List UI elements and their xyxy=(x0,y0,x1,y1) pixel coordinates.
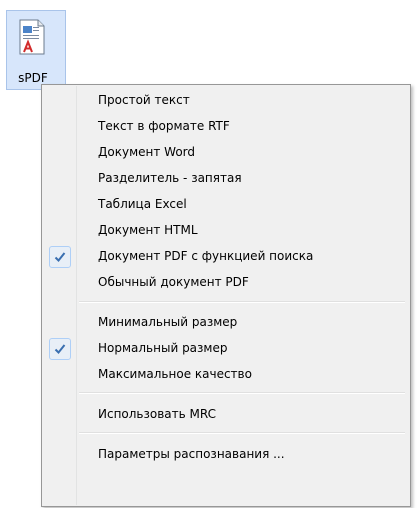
menu-item-label: Нормальный размер xyxy=(98,341,228,355)
menu-item[interactable]: Документ PDF с функцией поиска xyxy=(44,245,406,271)
menu-item-label: Документ PDF с функцией поиска xyxy=(98,249,314,263)
context-menu: Простой текст Текст в формате RTF Документ… xyxy=(41,84,411,507)
menu-separator xyxy=(79,432,405,434)
menu-item[interactable]: Параметры распознавания ... xyxy=(44,443,406,469)
checkmark-icon xyxy=(49,246,71,268)
menu-item[interactable]: Нормальный размер xyxy=(44,337,406,363)
menu-item-label: Обычный документ PDF xyxy=(98,275,249,289)
menu-item[interactable]: Максимальное качество xyxy=(44,363,406,389)
menu-item[interactable]: Документ Word xyxy=(44,141,406,167)
menu-item-label: Разделитель - запятая xyxy=(98,171,242,185)
menu-item-label: Текст в формате RTF xyxy=(98,119,230,133)
menu-item[interactable]: Таблица Excel xyxy=(44,193,406,219)
menu-item-label: Простой текст xyxy=(98,93,190,107)
checkmark-icon xyxy=(49,338,71,360)
menu-separator xyxy=(79,392,405,394)
menu-item-label: Минимальный размер xyxy=(98,315,238,329)
menu-item[interactable]: Простой текст xyxy=(44,89,406,115)
menu-item-label: Документ Word xyxy=(98,145,195,159)
menu-item[interactable]: Обычный документ PDF xyxy=(44,271,406,297)
menu-item[interactable]: Минимальный размер xyxy=(44,311,406,337)
menu-item-label: Таблица Excel xyxy=(98,197,187,211)
menu-item-label: Максимальное качество xyxy=(98,367,252,381)
menu-item[interactable]: Использовать MRC xyxy=(44,403,406,429)
spdf-app-label: sPDF xyxy=(18,71,48,85)
spdf-document-icon xyxy=(19,19,45,55)
menu-item-label: Параметры распознавания ... xyxy=(98,447,285,461)
menu-item-label: Документ HTML xyxy=(98,223,198,237)
menu-item[interactable]: Разделитель - запятая xyxy=(44,167,406,193)
menu-item[interactable]: Документ HTML xyxy=(44,219,406,245)
menu-item[interactable]: Текст в формате RTF xyxy=(44,115,406,141)
menu-item-label: Использовать MRC xyxy=(98,407,217,421)
spdf-app-tile[interactable]: sPDF xyxy=(6,10,66,90)
menu-separator xyxy=(79,301,405,303)
